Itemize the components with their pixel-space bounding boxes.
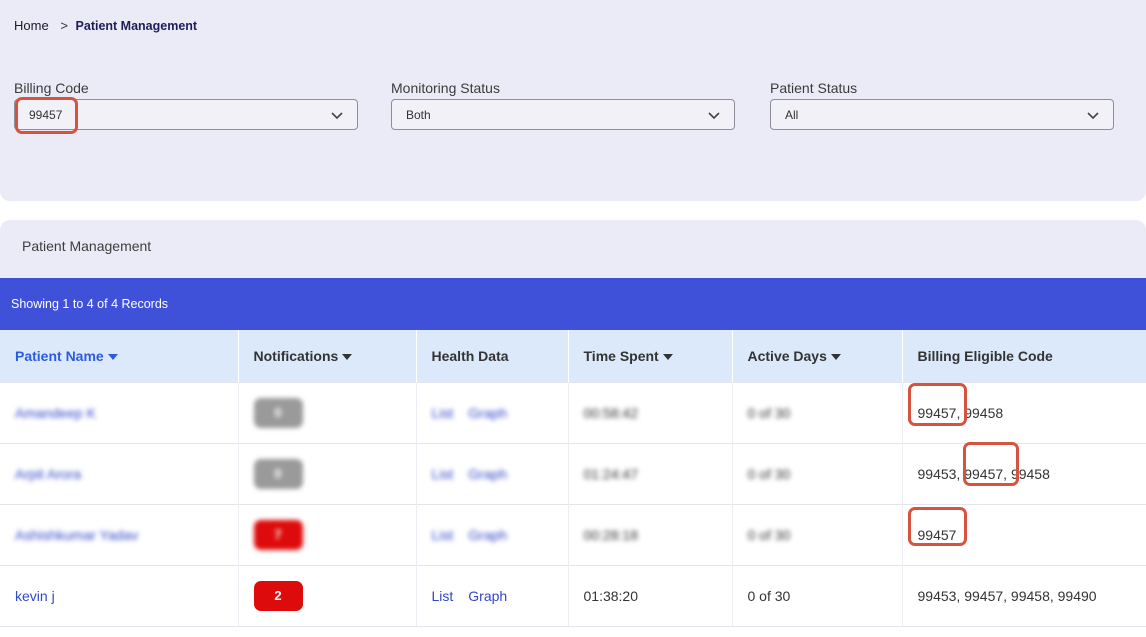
notification-badge[interactable]: 2 [253, 581, 303, 611]
chevron-down-icon [331, 111, 343, 119]
monitoring-status-select[interactable]: Both [391, 99, 735, 130]
filter-panel: Home > Patient Management Billing Code 9… [0, 0, 1146, 201]
chevron-down-icon [708, 111, 720, 119]
patient-name-link[interactable]: kevin j [15, 588, 55, 604]
patient-name-link[interactable]: Amandeep K [15, 405, 96, 421]
table-header-row: Patient Name Notifications Health Data T… [0, 330, 1146, 383]
records-summary-bar: Showing 1 to 4 of 4 Records [0, 278, 1146, 330]
active-days: 0 of 30 [747, 527, 791, 543]
caret-down-icon [830, 354, 841, 361]
table-row: Amandeep K 0 List Graph 00:58:42 0 of 30 … [0, 382, 1146, 444]
patient-name-link[interactable]: Arpit Arora [15, 466, 81, 482]
card-header: Patient Management [0, 220, 1146, 278]
records-summary: Showing 1 to 4 of 4 Records [11, 297, 169, 311]
time-spent: 00:28:18 [583, 527, 639, 543]
patient-table: Patient Name Notifications Health Data T… [0, 330, 1146, 627]
health-graph-link[interactable]: Graph [468, 527, 507, 543]
caret-down-icon [342, 354, 353, 361]
table-row: Ashishkumar Yadav 7 List Graph 00:28:18 0… [0, 504, 1146, 566]
health-graph-link[interactable]: Graph [468, 588, 507, 604]
health-list-link[interactable]: List [432, 405, 454, 421]
active-days: 0 of 30 [747, 466, 791, 482]
monitoring-status-filter: Monitoring Status Both [391, 80, 735, 130]
monitoring-status-label: Monitoring Status [391, 80, 500, 96]
health-list-link[interactable]: List [432, 466, 454, 482]
billing-codes: 99453, 99457, 99458, 99490 [902, 565, 1146, 627]
column-time-spent[interactable]: Time Spent [568, 330, 733, 383]
column-patient-name[interactable]: Patient Name [0, 330, 239, 383]
patient-status-select[interactable]: All [770, 99, 1114, 130]
billing-code-select[interactable]: 99457 [14, 99, 358, 130]
notification-badge[interactable]: 0 [253, 459, 303, 489]
billing-code-value: 99457 [29, 107, 63, 122]
card-title: Patient Management [22, 238, 152, 254]
patient-status-label: Patient Status [770, 80, 858, 96]
billing-codes: 99457, 99458 [902, 382, 1146, 444]
time-spent: 01:38:20 [583, 588, 639, 604]
patient-status-value: All [785, 107, 799, 122]
column-health-data: Health Data [416, 330, 569, 383]
monitoring-status-value: Both [406, 107, 431, 122]
billing-code-filter: Billing Code 99457 [14, 80, 358, 130]
time-spent: 00:58:42 [583, 405, 639, 421]
patient-status-filter: Patient Status All [770, 80, 1114, 130]
column-active-days[interactable]: Active Days [732, 330, 903, 383]
health-graph-link[interactable]: Graph [468, 466, 507, 482]
chevron-down-icon [1087, 111, 1099, 119]
column-billing-eligible-code: Billing Eligible Code [902, 330, 1146, 383]
health-list-link[interactable]: List [432, 527, 454, 543]
breadcrumb-separator: > [60, 18, 68, 33]
time-spent: 01:24:47 [583, 466, 639, 482]
health-list-link[interactable]: List [432, 588, 454, 604]
active-days: 0 of 30 [747, 588, 791, 604]
notification-badge[interactable]: 0 [253, 398, 303, 428]
column-notifications[interactable]: Notifications [238, 330, 417, 383]
breadcrumb-current: Patient Management [75, 19, 198, 33]
table-row: Arpit Arora 0 List Graph 01:24:47 0 of 30… [0, 443, 1146, 505]
caret-down-icon [107, 354, 118, 361]
billing-codes: 99453, 99457, 99458 [902, 443, 1146, 505]
breadcrumb: Home > Patient Management [14, 18, 197, 33]
health-graph-link[interactable]: Graph [468, 405, 507, 421]
caret-down-icon [662, 354, 673, 361]
breadcrumb-home[interactable]: Home [14, 18, 49, 33]
notification-badge[interactable]: 7 [253, 520, 303, 550]
active-days: 0 of 30 [747, 405, 791, 421]
billing-code-label: Billing Code [14, 80, 89, 96]
billing-codes: 99457 [902, 504, 1146, 566]
table-row: kevin j 2 List Graph 01:38:20 0 of 30 994… [0, 565, 1146, 627]
patient-name-link[interactable]: Ashishkumar Yadav [15, 527, 138, 543]
